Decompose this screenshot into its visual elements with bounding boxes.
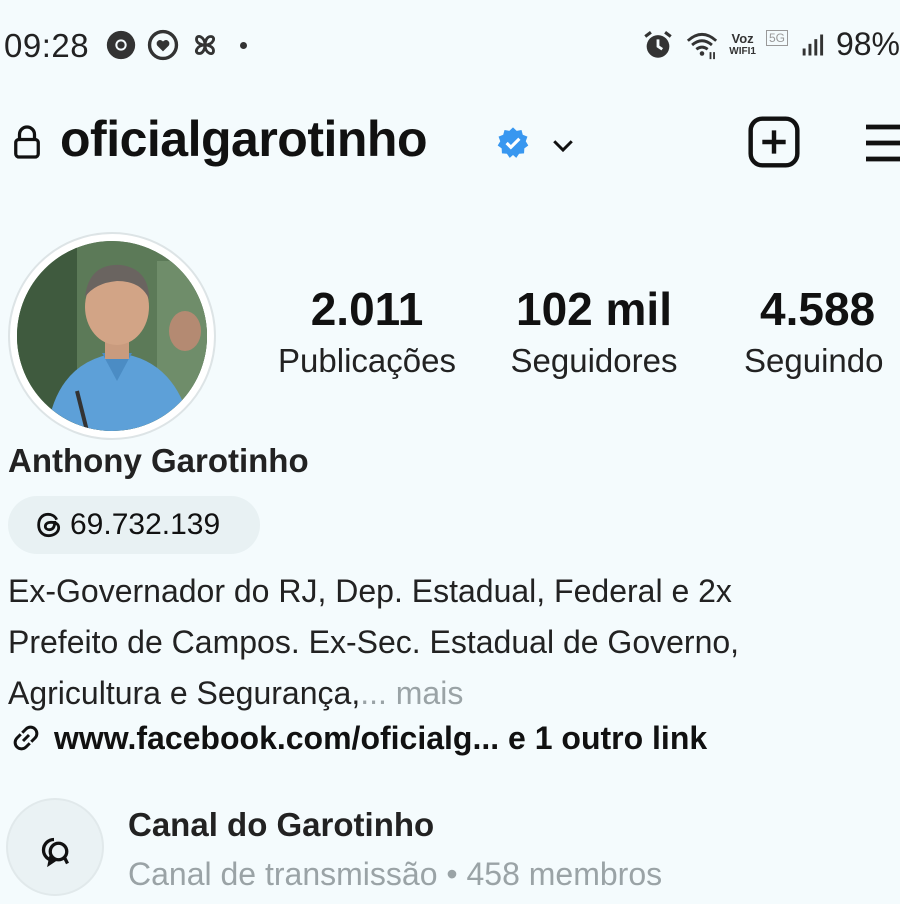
following-count: 4.588 xyxy=(760,283,876,335)
avatar[interactable] xyxy=(17,241,207,431)
profile-username[interactable]: oficialgarotinho xyxy=(60,110,428,168)
menu-icon[interactable] xyxy=(862,118,900,168)
link-icon xyxy=(13,725,39,751)
followers-label: Seguidores xyxy=(510,342,678,379)
channel-subtitle: Canal de transmissão • 458 membros xyxy=(128,856,663,892)
notification-icons xyxy=(104,28,247,62)
threads-icon xyxy=(37,512,61,538)
create-post-icon[interactable] xyxy=(746,114,802,170)
stat-posts[interactable]: 2.011 Publicações xyxy=(262,282,472,380)
battery-level: 98% xyxy=(835,26,900,62)
pinwheel-icon xyxy=(194,34,216,56)
status-time: 09:28 xyxy=(4,27,90,64)
lock-icon xyxy=(14,125,40,159)
stat-followers[interactable]: 102 mil Seguidores xyxy=(496,282,692,380)
wifi-icon xyxy=(687,32,718,59)
status-bar: 09:28 Voz WIFI1 5G 98% xyxy=(0,22,900,70)
chrome-icon xyxy=(106,30,136,60)
posts-label: Publicações xyxy=(278,342,456,379)
profile-bio: Ex-Governador do RJ, Dep. Estadual, Fede… xyxy=(8,566,888,719)
threads-follower-count: 69.732.139 xyxy=(70,508,221,541)
heart-app-icon xyxy=(147,29,179,61)
verified-badge-icon xyxy=(497,127,529,158)
network-generation: 5G xyxy=(765,29,788,46)
bio-line: Ex-Governador do RJ, Dep. Estadual, Fede… xyxy=(8,573,732,609)
channel-name[interactable]: Canal do Garotinho xyxy=(128,806,434,844)
more-notifications-dot xyxy=(240,41,247,49)
following-label: Seguindo xyxy=(744,342,884,379)
profile-full-name: Anthony Garotinho xyxy=(8,442,309,479)
system-icons: Voz WIFI1 5G 98% xyxy=(641,26,900,63)
vowifi-indicator: Voz WIFI1 xyxy=(729,30,756,57)
signal-icon xyxy=(802,34,824,55)
bio-more-link[interactable]: ... mais xyxy=(360,675,463,711)
profile-link[interactable]: www.facebook.com/oficialg... e 1 outro l… xyxy=(8,716,707,760)
threads-badge[interactable]: 69.732.139 xyxy=(8,496,260,554)
profile-header: oficialgarotinho xyxy=(0,108,900,172)
bio-line: Prefeito de Campos. Ex-Sec. Estadual de … xyxy=(8,624,740,660)
bio-line: Agricultura e Segurança, xyxy=(8,675,361,711)
followers-count: 102 mil xyxy=(516,283,672,335)
avatar-photo xyxy=(17,241,207,431)
stat-following[interactable]: 4.588 Seguindo xyxy=(738,282,900,380)
chevron-down-icon[interactable] xyxy=(548,130,578,160)
alarm-icon xyxy=(644,30,672,58)
posts-count: 2.011 xyxy=(310,283,424,335)
profile-link-text[interactable]: www.facebook.com/oficialg... e 1 outro l… xyxy=(54,720,707,757)
broadcast-channel-icon xyxy=(41,837,69,868)
